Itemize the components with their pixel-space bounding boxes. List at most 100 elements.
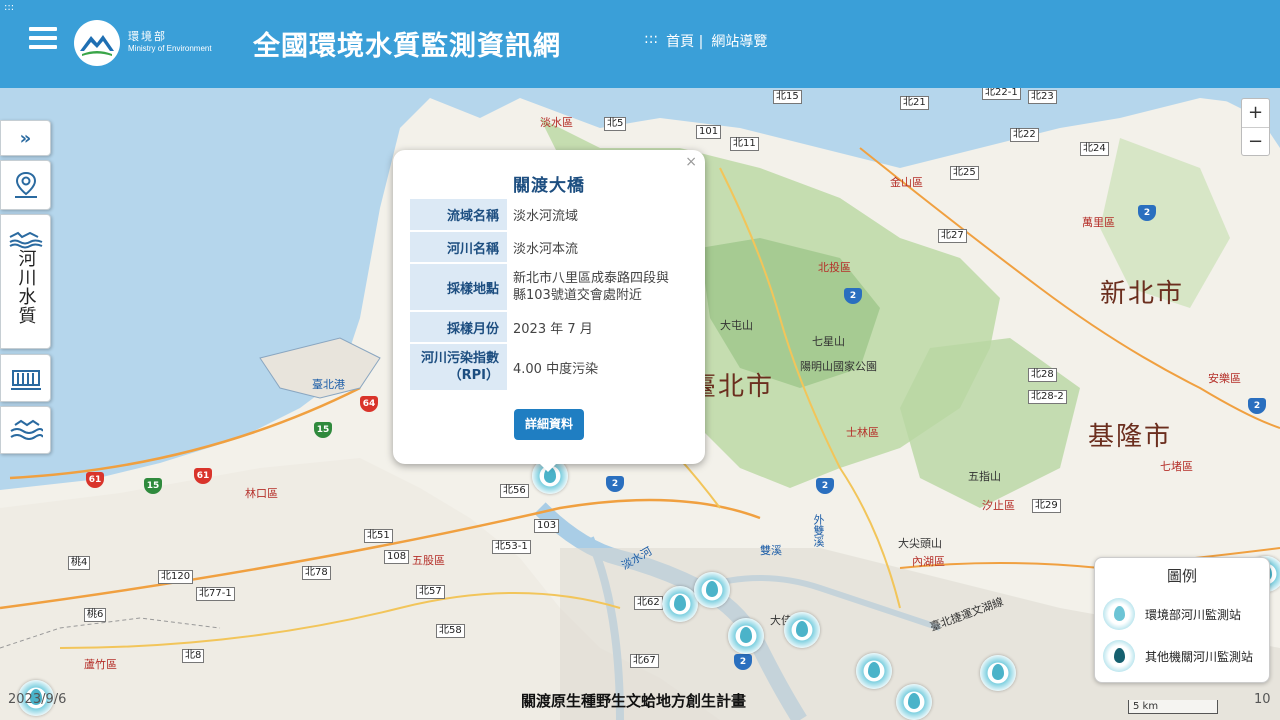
field-value: 新北市八里區成泰路四段與縣103號道交會處附近 <box>507 263 686 312</box>
details-button[interactable]: 詳細資料 <box>514 409 584 440</box>
legend-label: 其他機關河川監測站 <box>1145 649 1254 664</box>
zoom-in-button[interactable]: + <box>1242 99 1269 127</box>
road-label: 北53-1 <box>492 540 531 554</box>
map-district: 士林區 <box>846 426 879 439</box>
map-district: 林口區 <box>245 487 278 500</box>
field-key: 採樣月份 <box>410 311 507 344</box>
field-value: 淡水河流域 <box>507 199 686 232</box>
map-pin-icon <box>14 171 37 198</box>
road-label: 北22-1 <box>982 88 1021 100</box>
map-city-new-taipei: 新北市 <box>1100 279 1185 309</box>
station-marker[interactable] <box>980 655 1016 691</box>
station-marker[interactable] <box>856 653 892 689</box>
road-label: 北77-1 <box>196 587 235 601</box>
road-label: 北5 <box>604 117 627 131</box>
zoom-control: + − <box>1241 98 1270 156</box>
map-mountain: 大尖頭山 <box>898 537 942 550</box>
expand-panel-button[interactable]: » <box>0 120 51 156</box>
page-title: 全國環境水質監測資訊網 <box>253 31 561 62</box>
river-quality-label: 河川水質 <box>15 249 37 325</box>
road-label: 北58 <box>436 624 465 638</box>
station-marker[interactable] <box>896 684 932 720</box>
road-label: 北78 <box>302 566 331 580</box>
ocean-wave-icon <box>9 419 43 440</box>
hamburger-menu-icon[interactable] <box>29 27 57 51</box>
popup-close-icon[interactable]: × <box>685 154 697 170</box>
dam-layer-button[interactable] <box>0 354 51 402</box>
map-district: 金山區 <box>890 176 923 189</box>
road-label: 北21 <box>900 96 929 110</box>
map-district: 汐止區 <box>982 499 1015 512</box>
map-mountain: 七星山 <box>812 335 845 348</box>
field-key: 採樣地點 <box>410 263 507 312</box>
map-river: 雙溪 <box>760 544 782 557</box>
road-label: 桃4 <box>68 556 91 570</box>
table-row: 流域名稱 淡水河流域 <box>410 199 686 232</box>
slide-caption: 關渡原生種野生文蛤地方創生計畫 <box>521 692 747 710</box>
corner-mark: ::: <box>4 2 15 13</box>
road-label: 108 <box>384 550 410 564</box>
table-row: 採樣月份 2023 年 7 月 <box>410 311 686 344</box>
road-label: 北28 <box>1028 368 1057 382</box>
nav-sitemap-link[interactable]: 網站導覽 <box>711 31 767 51</box>
field-value: 淡水河本流 <box>507 231 686 264</box>
slide-page-number: 10 <box>1254 692 1271 707</box>
map-mountain: 五指山 <box>968 470 1001 483</box>
map-district: 安樂區 <box>1208 372 1241 385</box>
station-info-table: 流域名稱 淡水河流域 河川名稱 淡水河本流 採樣地點 新北市八里區成泰路四段與縣… <box>410 199 686 392</box>
legend-title: 圖例 <box>1166 567 1197 585</box>
table-row: 河川污染指數（RPI） 4.00 中度污染 <box>410 343 686 392</box>
map-port: 臺北港 <box>312 378 345 391</box>
river-quality-tab[interactable]: 河川水質 <box>0 214 51 349</box>
map-city-keelung: 基隆市 <box>1088 422 1173 452</box>
station-marker[interactable] <box>728 618 764 654</box>
dam-icon <box>10 370 41 390</box>
road-label: 103 <box>534 519 560 533</box>
road-label: 北8 <box>182 649 205 663</box>
road-label: 北67 <box>630 654 659 668</box>
site-header: ::: 環境部 Ministry of Environment 全國環境水質監測… <box>0 0 1280 88</box>
road-label: 北24 <box>1080 142 1109 156</box>
road-label: 北25 <box>950 166 979 180</box>
field-key: 河川名稱 <box>410 231 507 264</box>
ministry-logo[interactable] <box>74 20 120 66</box>
popup-title: 關渡大橋 <box>513 176 585 196</box>
top-nav: ::: 首頁 | 網站導覽 <box>644 31 767 51</box>
road-label: 北56 <box>500 484 529 498</box>
zoom-out-button[interactable]: − <box>1242 127 1269 155</box>
road-label: 桃6 <box>84 608 107 622</box>
ocean-layer-button[interactable] <box>0 406 51 454</box>
map-district: 萬里區 <box>1082 216 1115 229</box>
field-key: 流域名稱 <box>410 199 507 232</box>
road-label: 101 <box>696 125 722 139</box>
road-label: 北57 <box>416 585 445 599</box>
location-button[interactable] <box>0 160 51 210</box>
table-row: 採樣地點 新北市八里區成泰路四段與縣103號道交會處附近 <box>410 263 686 312</box>
road-label: 北51 <box>364 529 393 543</box>
legend-label: 環境部河川監測站 <box>1145 607 1242 622</box>
field-value: 2023 年 7 月 <box>507 311 686 344</box>
legend-item: 其他機關河川監測站 <box>1103 640 1253 672</box>
nav-home-link[interactable]: 首頁 | <box>666 31 703 51</box>
river-wave-icon <box>8 231 42 249</box>
station-marker[interactable] <box>662 586 698 622</box>
map-district: 七堵區 <box>1160 460 1193 473</box>
station-marker[interactable] <box>784 612 820 648</box>
logo-text-english: Ministry of Environment <box>128 44 212 53</box>
station-marker[interactable] <box>694 572 730 608</box>
map-mountain: 大屯山 <box>720 319 753 332</box>
slide-date: 2023/9/6 <box>8 692 67 707</box>
legend-item: 環境部河川監測站 <box>1103 598 1241 630</box>
road-label: 北29 <box>1032 499 1061 513</box>
road-label: 北11 <box>730 137 759 151</box>
road-label: 北22 <box>1010 128 1039 142</box>
field-value: 4.00 中度污染 <box>507 343 686 392</box>
field-key: 河川污染指數（RPI） <box>410 343 507 392</box>
nav-marker: ::: <box>644 31 659 47</box>
map-district: 內湖區 <box>912 555 945 568</box>
map-district: 五股區 <box>412 554 445 567</box>
light-drop-icon <box>1103 598 1135 630</box>
double-chevron-right-icon: » <box>19 127 32 149</box>
map-scale-bar: 5 km <box>1128 700 1218 714</box>
road-label: 北23 <box>1028 90 1057 104</box>
